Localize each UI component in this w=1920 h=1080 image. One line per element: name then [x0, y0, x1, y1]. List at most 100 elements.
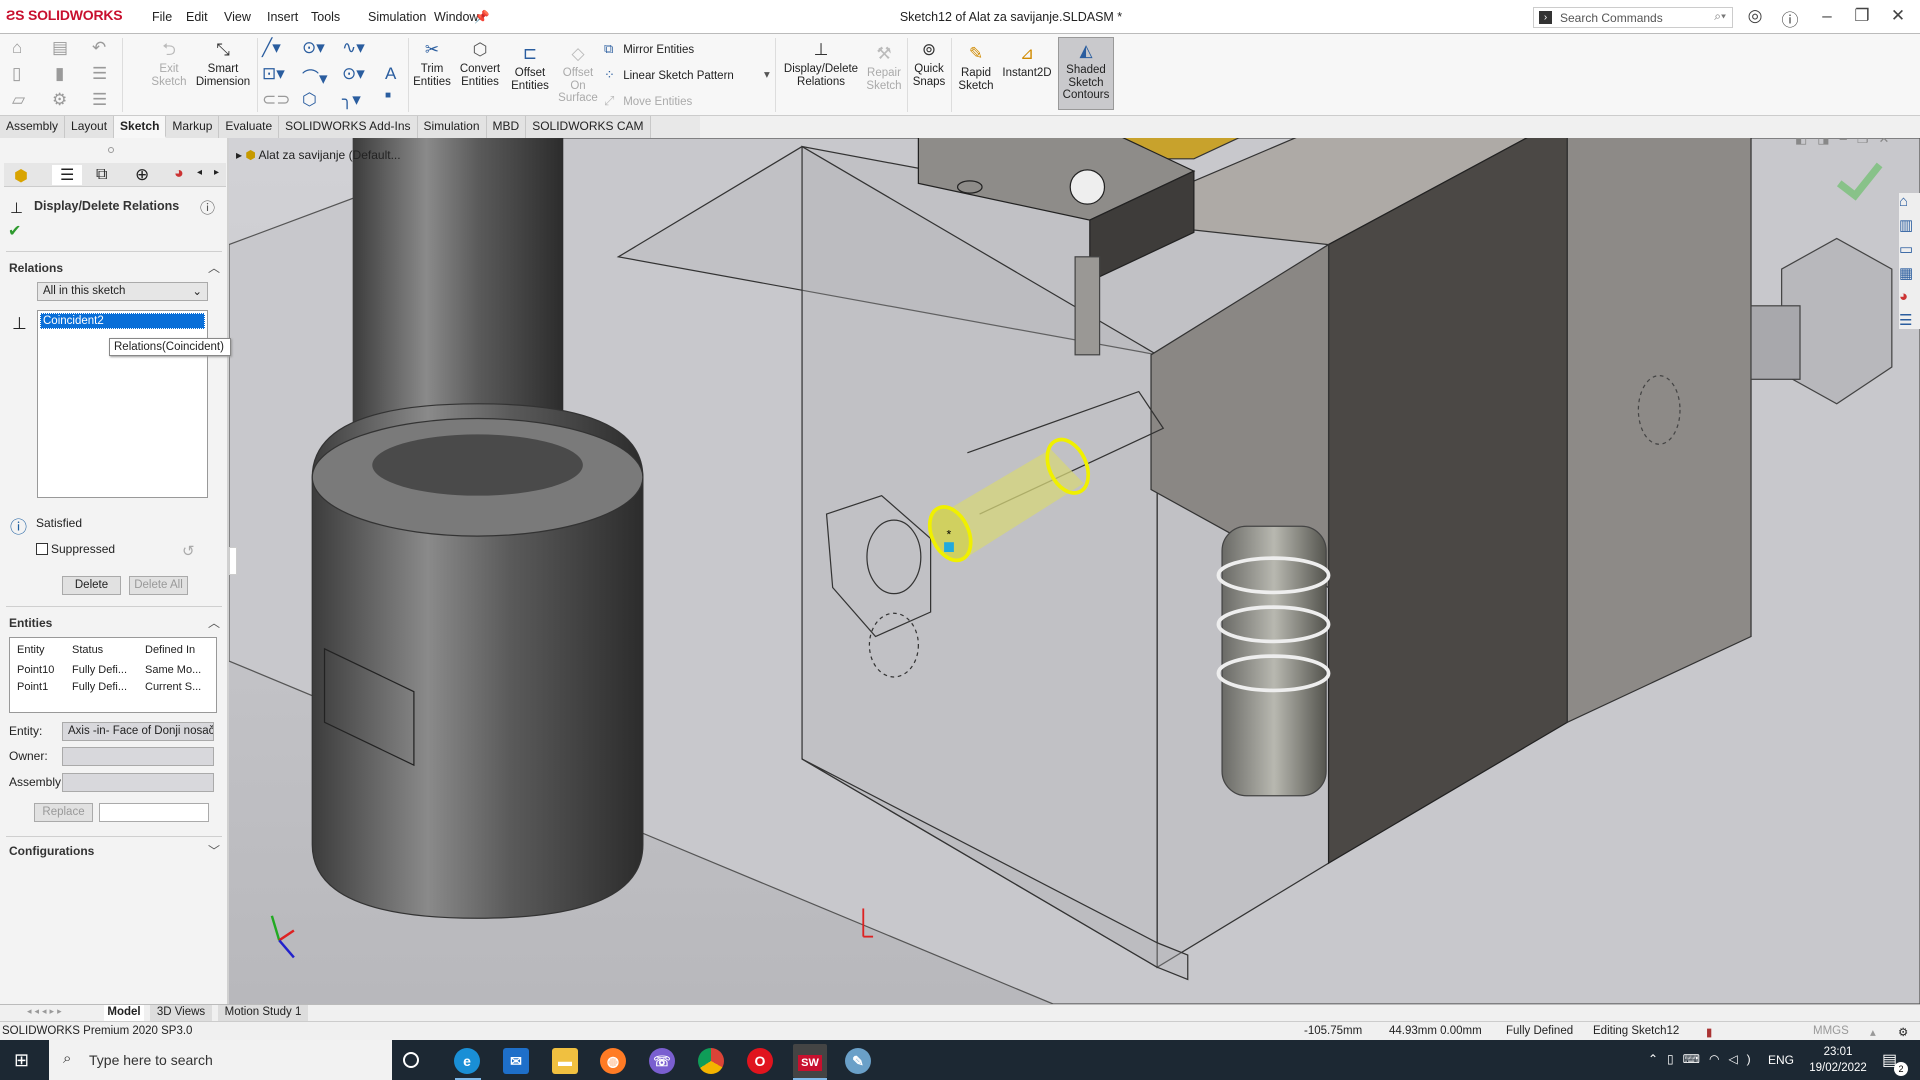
task-view-icon[interactable] [403, 1052, 419, 1068]
rectangle-icon[interactable]: ⊡▾ [262, 64, 285, 84]
minimize-button[interactable]: – [1814, 6, 1840, 26]
convert-entities-button[interactable]: ⬡ Convert Entities [457, 40, 503, 88]
expand-chevron-icon[interactable]: ﹀ [208, 842, 220, 859]
design-library-icon[interactable]: ▥ [1899, 216, 1920, 234]
repair-sketch-button[interactable]: ⚒ Repair Sketch [866, 44, 902, 92]
relations-section-header[interactable]: Relations [9, 261, 63, 275]
entities-section-header[interactable]: Entities [9, 616, 52, 630]
user-icon[interactable]: ◎ [1742, 6, 1768, 26]
tab-3d-views[interactable]: 3D Views [150, 1005, 212, 1021]
paint-icon[interactable]: ✎ [845, 1048, 871, 1074]
suppressed-checkbox[interactable] [36, 543, 48, 555]
delete-button[interactable]: Delete [62, 576, 121, 595]
close-button[interactable]: ✕ [1885, 6, 1911, 26]
search-icon[interactable]: ⌕▾ [1714, 9, 1726, 24]
fillet-icon[interactable]: ╮▾ [342, 90, 361, 110]
3d-model-view[interactable]: * [229, 138, 1920, 1004]
rebuild-traffic-icon[interactable]: ▮ [1706, 1025, 1712, 1039]
clock[interactable]: 23:01 19/02/2022 [1808, 1044, 1868, 1076]
viber-icon[interactable]: ☏ [649, 1048, 675, 1074]
property-manager-icon[interactable]: ☰ [52, 165, 83, 185]
replace-button[interactable]: Replace [34, 803, 93, 822]
column-header-entity[interactable]: Entity [17, 644, 45, 656]
undo-icon[interactable]: ↺ [182, 542, 195, 560]
slot-icon[interactable]: ⊂⊃ [262, 90, 291, 110]
polygon-icon[interactable]: ⊙▾ [342, 64, 365, 84]
table-row[interactable]: Point10 Fully Defi... Same Mo... [10, 664, 216, 680]
viewport-minimize-icon[interactable]: – [1840, 138, 1857, 146]
instant2d-button[interactable]: ⊿ Instant2D [1001, 44, 1053, 80]
solidworks-resources-icon[interactable]: ⌂ [1899, 193, 1920, 210]
assembly-field[interactable] [62, 773, 214, 792]
feature-manager-icon[interactable]: ⬢ [14, 166, 28, 186]
tab-evaluate[interactable]: Evaluate [219, 116, 280, 138]
line-icon[interactable]: ╱▾ [262, 38, 281, 58]
custom-properties-icon[interactable]: ☰ [1899, 311, 1920, 329]
exit-sketch-button[interactable]: ⮌ Exit Sketch [150, 40, 188, 88]
hexagon-icon[interactable]: ⬡ [302, 90, 317, 110]
arc-icon[interactable]: ⌒▾ [302, 64, 328, 89]
appearances-icon[interactable]: ◕ [1899, 288, 1920, 305]
tab-assembly[interactable]: Assembly [0, 116, 66, 138]
trim-entities-button[interactable]: ✂ Trim Entities [411, 40, 453, 88]
units-selector[interactable]: MMGS [1813, 1025, 1849, 1037]
tab-layout[interactable]: Layout [65, 116, 115, 138]
owner-field[interactable] [62, 747, 214, 766]
properties-icon[interactable]: ☰ [92, 90, 107, 110]
undo-icon[interactable]: ↶ [92, 38, 106, 58]
column-header-defined-in[interactable]: Defined In [145, 644, 195, 656]
sketch-point[interactable] [944, 542, 954, 553]
spline-icon[interactable]: ∿▾ [342, 38, 365, 58]
tab-addins[interactable]: SOLIDWORKS Add-Ins [279, 116, 418, 138]
move-entities-button[interactable]: ⤢ Move Entities [604, 93, 692, 109]
offset-on-surface-button[interactable]: ◇ Offset On Surface [556, 44, 600, 105]
table-row[interactable]: Point1 Fully Defi... Current S... [10, 681, 216, 697]
language-indicator[interactable]: ENG [1768, 1053, 1794, 1067]
windows-start-icon[interactable]: ⊞ [14, 1050, 29, 1071]
smart-dimension-button[interactable]: ⤡ Smart Dimension [193, 40, 253, 88]
mirror-entities-button[interactable]: ⧉ Mirror Entities [604, 41, 694, 57]
collapse-chevron-icon[interactable]: ︿ [208, 614, 220, 631]
mail-icon[interactable]: ✉ [503, 1048, 529, 1074]
display-manager-icon[interactable]: ◕ [174, 165, 184, 183]
tab-sketch[interactable]: Sketch [114, 116, 167, 138]
text-icon[interactable]: A [385, 64, 396, 84]
tab-cam[interactable]: SOLIDWORKS CAM [526, 116, 651, 138]
solidworks-taskbar-icon[interactable]: SW [793, 1044, 827, 1078]
relation-item-coincident2[interactable]: Coincident2 [40, 313, 205, 329]
replace-field[interactable] [99, 803, 209, 822]
circle-icon[interactable]: ⊙▾ [302, 38, 325, 58]
prev-view-icon[interactable]: ◧ [1795, 138, 1817, 146]
customize-icon[interactable]: ⚙ [1898, 1025, 1908, 1039]
firefox-icon[interactable]: ◍ [600, 1048, 626, 1074]
expand-arrow-icon[interactable]: ▸ [236, 148, 245, 162]
tab-simulation[interactable]: Simulation [417, 116, 487, 138]
ok-checkmark-button[interactable]: ✔ [8, 221, 21, 241]
taskbar-search-box[interactable]: ⌕ Type here to search [49, 1040, 392, 1080]
rapid-sketch-button[interactable]: ✎ Rapid Sketch [955, 44, 997, 92]
file-explorer-icon[interactable]: ▭ [1899, 240, 1920, 258]
graphics-area[interactable]: * ▸ ⬢ Alat za savijanje (Default... ◧◨–❐… [229, 138, 1920, 1004]
restore-button[interactable]: ❐ [1849, 6, 1875, 26]
collapse-chevron-icon[interactable]: ︿ [208, 259, 220, 276]
panel-splitter-handle[interactable] [108, 147, 114, 153]
point-icon[interactable]: ■ [385, 90, 391, 101]
relations-filter-select[interactable]: All in this sketch ⌄ [37, 282, 208, 301]
new-icon[interactable]: ▯ [12, 64, 21, 84]
configuration-manager-icon[interactable]: ⧉ [96, 166, 107, 184]
delete-all-button[interactable]: Delete All [129, 576, 188, 595]
help-icon[interactable]: ⓘ [1777, 6, 1803, 31]
tab-model[interactable]: Model [104, 1005, 144, 1021]
column-header-status[interactable]: Status [72, 644, 103, 656]
display-delete-relations-button[interactable]: ⊥ Display/Delete Relations [780, 40, 862, 88]
feature-tree-flyout[interactable]: ▸ ⬢ Alat za savijanje (Default... [236, 148, 401, 162]
edge-icon[interactable]: e [454, 1048, 480, 1074]
search-commands-input[interactable]: › Search Commands ⌕▾ [1533, 7, 1733, 28]
viewport-restore-icon[interactable]: ❐ [1857, 138, 1879, 146]
viewport-close-icon[interactable]: ✕ [1878, 138, 1899, 146]
shaded-sketch-contours-button[interactable]: ◭ Shaded Sketch Contours [1058, 37, 1114, 110]
tab-motion-study[interactable]: Motion Study 1 [218, 1005, 308, 1021]
file-explorer-icon[interactable]: ▬ [552, 1048, 578, 1074]
scroll-right-icon[interactable]: ▸ [214, 167, 219, 178]
tab-markup[interactable]: Markup [166, 116, 220, 138]
